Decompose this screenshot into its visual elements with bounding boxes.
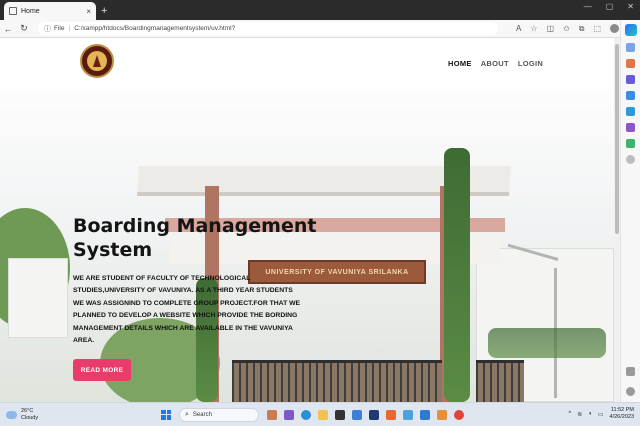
ivy-right (444, 148, 470, 402)
photoshop-icon[interactable] (369, 409, 379, 420)
refresh-icon[interactable]: ↻ (16, 23, 32, 34)
main-nav: HOME ABOUT LOGIN (448, 59, 543, 68)
browser-tab-bar: Home × + — ▢ ✕ (0, 0, 640, 20)
main-gate (232, 360, 442, 402)
add-sidebar-icon[interactable] (626, 155, 635, 164)
volume-icon[interactable]: ◖ (588, 411, 592, 417)
hero-description: WE ARE STUDENT OF FACULTY OF TECHNOLOGIC… (73, 275, 301, 345)
back-icon[interactable]: ← (0, 24, 16, 34)
battery-icon[interactable]: ▭ (598, 411, 604, 418)
clock-time: 11:52 PM (610, 407, 634, 413)
desktop-screen: Home × + — ▢ ✕ ← ↻ ⓘ File | C:/xampp/htd… (0, 0, 640, 426)
profile-avatar[interactable] (610, 24, 620, 33)
search-icon: ⌕ (185, 410, 189, 418)
new-tab-button[interactable]: + (101, 5, 107, 17)
nav-home-link[interactable]: HOME (448, 59, 472, 68)
taskbar-apps (267, 409, 464, 420)
url-text[interactable]: C:/xampp/htdocs/Boardingmanagementsystem… (74, 25, 235, 32)
hero-title-line1: Boarding Management (73, 215, 317, 237)
terminal-icon[interactable] (335, 409, 345, 420)
read-more-button[interactable]: READ MORE (73, 359, 131, 381)
search-placeholder: Search (192, 411, 212, 418)
windows-taskbar: 26°C Cloudy ⌕ Search ^ ≋ ◖ ▭ 11:52 PM 4/… (0, 402, 640, 426)
edge-icon[interactable] (301, 409, 311, 420)
close-tab-icon[interactable]: × (86, 7, 91, 16)
hero-title-line2: System (73, 239, 153, 261)
university-logo[interactable] (80, 44, 114, 78)
weather-text: 26°C Cloudy (21, 408, 38, 421)
edge-sidebar (620, 20, 640, 402)
browser-tab-home[interactable]: Home × (4, 2, 96, 20)
teams-icon[interactable] (284, 409, 294, 420)
clock[interactable]: 11:52 PM 4/26/2023 (610, 407, 634, 421)
nav-login-link[interactable]: LOGIN (518, 59, 543, 68)
app-icon[interactable] (403, 409, 413, 420)
bing-copilot-icon[interactable] (624, 24, 637, 36)
xampp-icon[interactable] (386, 409, 396, 420)
outlook-icon[interactable] (626, 123, 635, 132)
address-bar[interactable]: ⓘ File | C:/xampp/htdocs/Boardingmanagem… (38, 22, 498, 35)
page-icon (9, 7, 17, 15)
office-icon[interactable] (626, 107, 635, 116)
url-separator: | (68, 25, 71, 32)
maximize-button[interactable]: ▢ (606, 2, 614, 11)
weather-temp: 26°C (21, 408, 34, 414)
store-icon[interactable] (352, 409, 362, 420)
drop-icon[interactable] (626, 139, 635, 148)
tab-title: Home (21, 7, 40, 15)
windows-start-icon[interactable] (161, 409, 171, 420)
hero-title: Boarding Management System (73, 214, 323, 262)
split-screen-icon[interactable]: ◫ (547, 24, 555, 33)
tray-chevron-icon[interactable]: ^ (568, 411, 571, 417)
tools-icon[interactable] (626, 75, 635, 84)
browser-toolbar-actions: A ☆ ◫ ✩ ⧉ ⬚ ⋯ (516, 24, 636, 34)
info-icon[interactable]: ⓘ (44, 24, 51, 34)
cloud-icon (6, 410, 17, 419)
logo-emblem (87, 51, 107, 71)
shopping-icon[interactable] (626, 59, 635, 68)
file-explorer-icon[interactable] (318, 409, 328, 420)
system-tray: ^ ≋ ◖ ▭ 11:52 PM 4/26/2023 (568, 407, 634, 421)
collections-icon[interactable]: ⧉ (579, 24, 585, 34)
building-left (8, 258, 68, 338)
favorites-icon[interactable]: ✩ (563, 24, 570, 33)
close-window-button[interactable]: ✕ (627, 2, 634, 11)
extensions-icon[interactable]: ⬚ (594, 24, 602, 33)
weather-desc: Cloudy (21, 414, 39, 421)
wifi-icon[interactable]: ≋ (577, 411, 582, 418)
url-scheme-label: File (54, 25, 65, 32)
app-orange-icon[interactable] (437, 409, 447, 420)
side-gate (476, 360, 524, 402)
minimize-button[interactable]: — (584, 2, 592, 11)
settings-gear-icon[interactable] (626, 387, 635, 396)
games-icon[interactable] (626, 91, 635, 100)
search-icon[interactable] (626, 43, 635, 52)
sidebar-layout-icon[interactable] (626, 367, 635, 376)
vscode-icon[interactable] (420, 409, 430, 420)
nav-about-link[interactable]: ABOUT (481, 59, 509, 68)
window-controls: — ▢ ✕ (584, 2, 634, 11)
taskbar-search[interactable]: ⌕ Search (179, 407, 259, 422)
browser-toolbar: ← ↻ ⓘ File | C:/xampp/htdocs/Boardingman… (0, 20, 640, 38)
weather-widget[interactable]: 26°C Cloudy (6, 408, 66, 421)
read-aloud-icon[interactable]: A (516, 24, 521, 33)
scrollbar-thumb[interactable] (615, 44, 619, 234)
clock-date: 4/26/2023 (609, 414, 634, 420)
chrome-icon[interactable] (454, 409, 464, 420)
favorite-star-icon[interactable]: ☆ (530, 24, 537, 33)
app-widget-icon[interactable] (267, 409, 277, 420)
web-page: UNIVERSITY OF VAVUNIYA SRILANKA HOME ABO… (0, 38, 614, 402)
hedge (488, 328, 606, 358)
